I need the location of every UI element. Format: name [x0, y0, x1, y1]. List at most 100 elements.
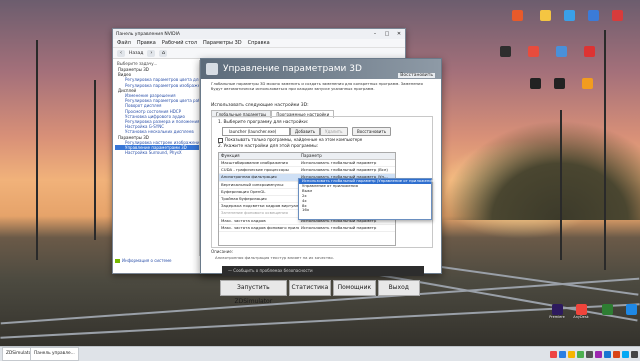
task-label: Выберите задачу... [117, 61, 158, 66]
taskbar: ZDSimulator Панель управле... [0, 346, 640, 361]
row-function: Макс. частота кадров [221, 217, 266, 223]
table-row[interactable]: CUDA - графические процессоры Использоват… [219, 167, 395, 175]
parameter-dropdown-list[interactable]: Использовать глобальный параметр (Управл… [298, 178, 436, 220]
program-select[interactable]: launcher (launcher.exe) [222, 127, 290, 136]
wallpaper-pole [604, 30, 606, 270]
step2-label: 2. Укажите настройки для этой программы: [218, 144, 319, 149]
forward-icon[interactable]: › [147, 49, 156, 57]
desktop-shortcut[interactable] [526, 78, 544, 100]
tray-app-icon[interactable] [622, 350, 629, 358]
use-settings-label: Использовать следующие настройки 3D: [211, 103, 309, 108]
wallpaper-pole [560, 110, 562, 260]
restore-button[interactable]: Восстановить [352, 127, 392, 136]
desktop-shortcut-label: AnyDesk [573, 315, 589, 319]
system-info-link[interactable]: Информация о системе [115, 258, 171, 263]
remove-button[interactable]: Удалить [320, 127, 348, 136]
row-function: Макс. частота кадров фонового прило... [221, 224, 299, 230]
assistant-button[interactable]: Помощник [333, 280, 376, 296]
app-icon [575, 304, 587, 315]
row-function: Задержка подсветки кадров виртуальной [221, 203, 299, 209]
add-button[interactable]: Добавить [290, 127, 321, 136]
app-icon [563, 10, 575, 21]
tree-item[interactable]: Установка нескольких дисплеев [115, 129, 199, 134]
tree-item[interactable]: Настройка Surround, PhysX [115, 150, 199, 155]
row-function: CUDA - графические процессоры [221, 167, 289, 173]
desktop-shortcut[interactable] [578, 78, 596, 100]
dropdown-option[interactable]: 16x [299, 208, 431, 213]
desktop-shortcut[interactable] [622, 304, 640, 326]
desktop-shortcut[interactable] [508, 10, 526, 32]
tray-app-icon[interactable] [595, 350, 602, 358]
desktop-shortcut[interactable] [584, 10, 602, 32]
grid-header-function: Функция [221, 153, 240, 158]
back-label[interactable]: Назад [129, 51, 143, 56]
restore-defaults-button[interactable]: Восстановить [398, 73, 435, 78]
row-parameter[interactable]: Использовать глобальный параметр [299, 225, 395, 231]
tray-app-icon[interactable] [577, 350, 584, 358]
tray-app-icon[interactable] [568, 350, 575, 358]
tray-app-icon[interactable] [604, 350, 611, 358]
tray-app-icon[interactable] [586, 350, 593, 358]
checkbox-icon[interactable] [218, 137, 223, 143]
task-tree: Параметры 3D Видео Регулировка параметров … [115, 67, 199, 155]
desktop-shortcut[interactable] [552, 46, 570, 68]
desktop-shortcut[interactable] [560, 10, 578, 32]
app-icon [625, 304, 637, 315]
window-title: Панель управления NVIDIA [116, 31, 180, 37]
desktop-shortcut[interactable] [550, 78, 568, 100]
row-function: Затенение фонового освещения [221, 210, 288, 216]
home-icon[interactable]: ⌂ [159, 49, 168, 57]
close-icon[interactable]: ✕ [393, 31, 405, 37]
row-function: Анизотропная фильтрация [221, 174, 277, 180]
tree-item[interactable]: Регулировка параметров цвета для видео [115, 77, 199, 82]
minimize-icon[interactable]: – [369, 31, 381, 37]
desktop-shortcut[interactable]: AnyDesk [572, 304, 590, 326]
security-report-strip[interactable]: — Сообщить о проблемах безопасности [222, 266, 424, 276]
step1-label: 1. Выберите программу для настройки: [218, 120, 309, 125]
row-parameter[interactable]: Использовать глобальный параметр [299, 160, 395, 166]
menu-edit[interactable]: Правка [137, 40, 156, 46]
panel-description: Глобальные параметры 3D можно заменить и… [211, 81, 423, 91]
desktop-shortcut[interactable] [524, 46, 542, 68]
menu-file[interactable]: Файл [117, 40, 131, 46]
window-titlebar[interactable]: Панель управления NVIDIA – □ ✕ [113, 29, 405, 39]
desktop-shortcut[interactable] [608, 10, 626, 32]
nvidia-icon [115, 259, 120, 263]
show-only-checkbox[interactable]: Показывать только программы, найденные н… [218, 137, 362, 143]
tray-app-icon[interactable] [559, 350, 566, 358]
menu-3d-settings[interactable]: Параметры 3D [203, 40, 242, 46]
row-parameter[interactable]: Использовать глобальный параметр (Все) [299, 167, 395, 173]
menu-desktop[interactable]: Рабочий стол [162, 40, 197, 46]
exit-button[interactable]: Выход [377, 280, 421, 296]
wallpaper-pole [94, 80, 96, 240]
launch-zdsimulator-button[interactable]: Запустить ZDSimulator [220, 280, 287, 305]
app-icon [601, 304, 613, 315]
table-row[interactable]: Масштабирование изображения Использовать … [219, 160, 395, 168]
desktop-shortcut[interactable] [580, 46, 598, 68]
app-icon [553, 78, 565, 89]
panel-logo-icon [206, 63, 218, 75]
row-function: Масштабирование изображения [221, 160, 288, 165]
desktop-shortcut[interactable] [496, 46, 514, 68]
desktop-shortcut[interactable]: Premiere [548, 304, 566, 326]
task-tree-pane: Выберите задачу... Параметры 3D Видео Регу… [115, 60, 200, 256]
app-icon [587, 10, 599, 21]
tray-app-icon[interactable] [550, 350, 557, 358]
desktop-shortcut[interactable] [536, 10, 554, 32]
show-only-label: Показывать только программы, найденные н… [225, 137, 363, 142]
desktop-shortcut[interactable] [598, 304, 616, 326]
taskbar-app-nvidia[interactable]: Панель управле... [30, 347, 79, 361]
tray-app-icon[interactable] [631, 350, 638, 358]
app-icon [511, 10, 523, 21]
statistics-button[interactable]: Статистика [288, 280, 332, 296]
wallpaper-pole [36, 40, 38, 260]
row-function: Вертикальный синхроимпульс [221, 181, 284, 187]
app-icon [555, 46, 567, 57]
back-icon[interactable]: ‹ [117, 49, 125, 57]
menu-help[interactable]: Справка [248, 40, 270, 46]
table-row[interactable]: Макс. частота кадров фонового прило... Ис… [219, 225, 395, 232]
maximize-icon[interactable]: □ [381, 31, 393, 37]
app-icon [529, 78, 541, 89]
tray-app-icon[interactable] [613, 350, 620, 358]
app-icon [539, 10, 551, 21]
